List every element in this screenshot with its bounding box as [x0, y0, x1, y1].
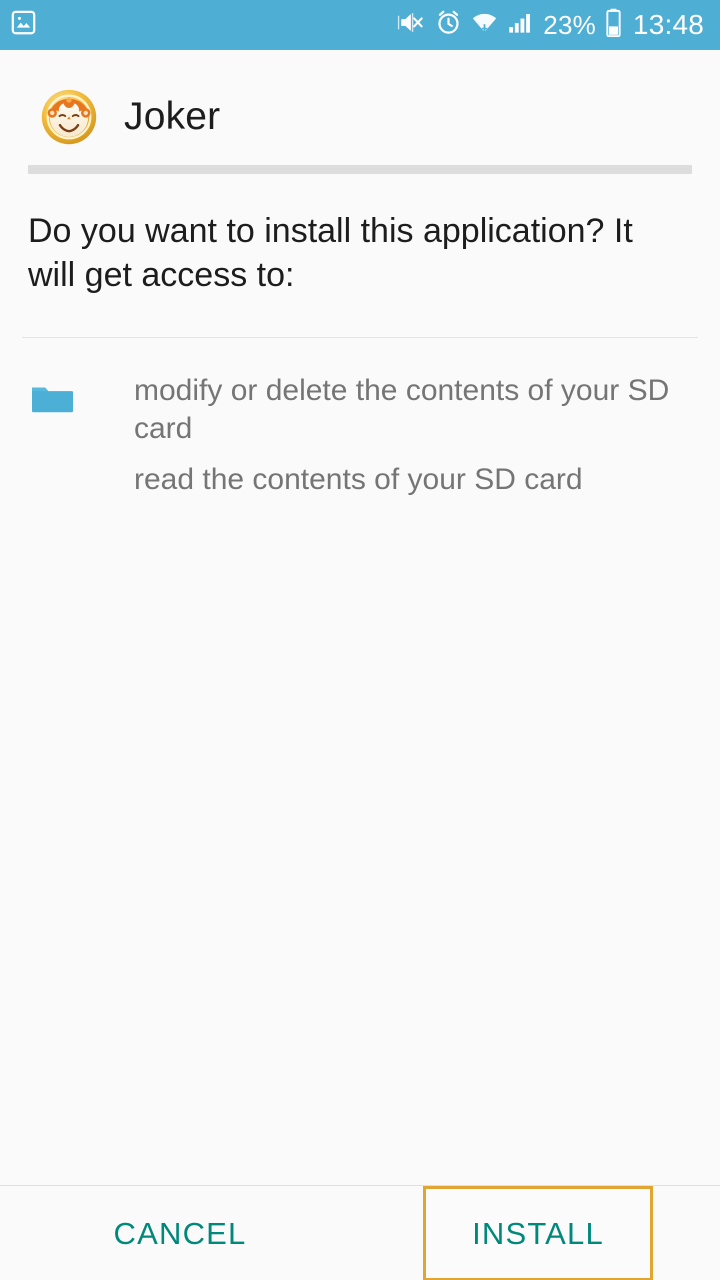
battery-percent-label: 23% [543, 12, 596, 38]
joker-app-icon [40, 88, 98, 146]
install-button[interactable]: INSTALL [423, 1186, 653, 1280]
install-confirmation-screen: 23% 13:48 [0, 0, 720, 1280]
screenshot-notification-icon [10, 9, 37, 41]
header-divider [28, 165, 692, 174]
app-header: Joker [0, 50, 720, 155]
install-prompt-text: Do you want to install this application?… [0, 174, 720, 337]
cancel-button[interactable]: CANCEL [0, 1186, 360, 1280]
alarm-clock-icon [435, 9, 462, 41]
app-name-label: Joker [124, 97, 220, 136]
folder-icon [30, 378, 74, 422]
status-bar: 23% 13:48 [0, 0, 720, 50]
status-bar-clock: 13:48 [633, 11, 704, 39]
permission-group: modify or delete the contents of your SD… [0, 366, 720, 499]
permissions-list: modify or delete the contents of your SD… [0, 338, 720, 1185]
permission-line: modify or delete the contents of your SD… [134, 372, 680, 449]
status-bar-left [10, 9, 37, 41]
cellular-signal-icon [507, 9, 534, 41]
volume-mute-icon [397, 8, 426, 42]
wifi-icon [471, 9, 498, 41]
battery-icon [605, 8, 622, 42]
action-button-bar: CANCEL INSTALL [0, 1185, 720, 1280]
permission-text-group: modify or delete the contents of your SD… [134, 372, 680, 499]
status-bar-right: 23% 13:48 [397, 8, 704, 42]
permission-line: read the contents of your SD card [134, 461, 680, 499]
